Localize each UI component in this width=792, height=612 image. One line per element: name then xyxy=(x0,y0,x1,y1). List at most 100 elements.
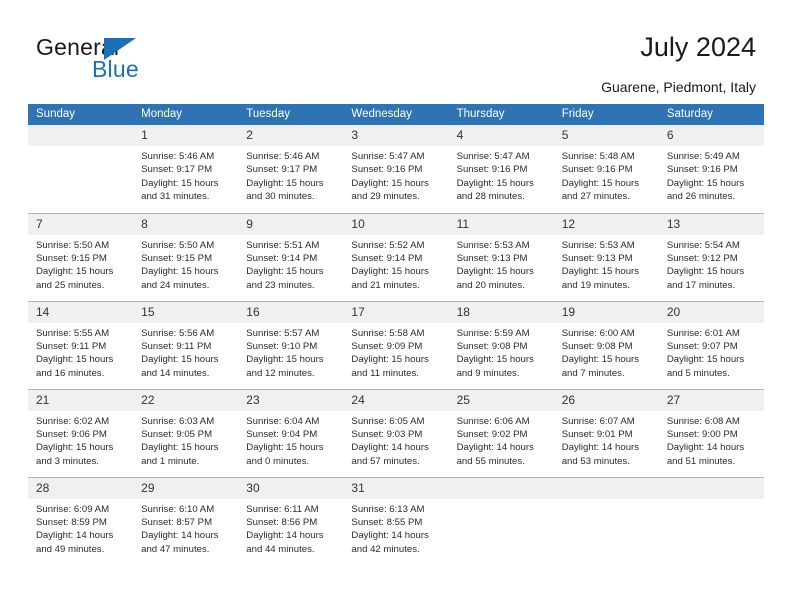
daylight-text-line2: and 23 minutes. xyxy=(246,279,315,291)
calendar-day-cell[interactable]: 27 Sunrise: 6:08 AM Sunset: 9:00 PM Dayligh… xyxy=(658,388,764,477)
calendar-day-cell[interactable]: 3 Sunrise: 5:47 AM Sunset: 9:16 PM Daylight… xyxy=(343,125,449,213)
day-number: 1 xyxy=(133,125,239,146)
calendar-day-cell[interactable]: 21 Sunrise: 6:02 AM Sunset: 9:06 PM Dayligh… xyxy=(28,388,134,477)
day-number: 16 xyxy=(238,301,344,323)
daylight-text-line1: Daylight: 15 hours xyxy=(351,354,429,366)
sunset-text: Sunset: 8:59 PM xyxy=(36,516,107,528)
sunrise-text: Sunrise: 5:53 AM xyxy=(561,239,635,251)
day-sun-info: Sunrise: 5:57 AM Sunset: 9:10 PM Daylight:… xyxy=(238,323,343,381)
day-sun-info: Sunrise: 5:59 AM Sunset: 9:08 PM Daylight:… xyxy=(449,323,554,381)
calendar-day-cell[interactable]: 28 Sunrise: 6:09 AM Sunset: 8:59 PM Dayligh… xyxy=(28,476,134,565)
daylight-text-line2: and 5 minutes. xyxy=(666,367,730,379)
daylight-text-line1: Daylight: 15 hours xyxy=(246,177,324,189)
calendar-cell-empty xyxy=(448,476,554,565)
day-sun-info: Sunrise: 6:02 AM Sunset: 9:06 PM Daylight:… xyxy=(28,411,133,469)
calendar-day-cell[interactable]: 10 Sunrise: 5:52 AM Sunset: 9:14 PM Dayligh… xyxy=(343,212,449,301)
day-number: 3 xyxy=(343,125,449,146)
calendar-day-cell[interactable]: 14 Sunrise: 5:55 AM Sunset: 9:11 PM Dayligh… xyxy=(28,300,134,389)
daylight-text-line1: Daylight: 14 hours xyxy=(351,530,429,542)
calendar-day-cell[interactable]: 19 Sunrise: 6:00 AM Sunset: 9:08 PM Dayligh… xyxy=(553,300,659,389)
calendar-header-row: Sunday Monday Tuesday Wednesday Thursday Frid… xyxy=(28,104,764,125)
sunrise-text: Sunrise: 6:03 AM xyxy=(141,415,215,427)
calendar-day-cell[interactable]: 8 Sunrise: 5:50 AM Sunset: 9:15 PM Daylight… xyxy=(133,212,239,301)
daylight-text-line2: and 28 minutes. xyxy=(456,191,525,203)
day-sun-info: Sunrise: 5:53 AM Sunset: 9:13 PM Daylight:… xyxy=(554,235,659,293)
calendar-day-cell[interactable]: 5 Sunrise: 5:48 AM Sunset: 9:16 PM Daylight… xyxy=(553,125,659,213)
day-number: 26 xyxy=(553,389,659,411)
calendar-day-cell[interactable]: 9 Sunrise: 5:51 AM Sunset: 9:14 PM Daylight… xyxy=(238,212,344,301)
sunrise-text: Sunrise: 6:07 AM xyxy=(561,415,635,427)
calendar-day-cell[interactable]: 2 Sunrise: 5:46 AM Sunset: 9:17 PM Daylight… xyxy=(238,125,344,213)
daylight-text-line1: Daylight: 14 hours xyxy=(36,530,114,542)
daylight-text-line1: Daylight: 15 hours xyxy=(456,266,534,278)
daylight-text-line2: and 14 minutes. xyxy=(141,367,210,379)
calendar-day-cell[interactable]: 17 Sunrise: 5:58 AM Sunset: 9:09 PM Dayligh… xyxy=(343,300,449,389)
weekday-header-saturday: Saturday xyxy=(658,104,764,125)
day-number xyxy=(553,477,659,499)
daylight-text-line1: Daylight: 14 hours xyxy=(351,442,429,454)
daylight-text-line2: and 55 minutes. xyxy=(456,455,525,467)
daylight-text-line2: and 30 minutes. xyxy=(246,191,315,203)
daylight-text-line2: and 57 minutes. xyxy=(351,455,420,467)
calendar-day-cell[interactable]: 20 Sunrise: 6:01 AM Sunset: 9:07 PM Dayligh… xyxy=(658,300,764,389)
daylight-text-line1: Daylight: 15 hours xyxy=(141,177,219,189)
daylight-text-line1: Daylight: 14 hours xyxy=(666,442,745,454)
sunrise-text: Sunrise: 5:50 AM xyxy=(36,239,110,251)
sunrise-text: Sunrise: 5:52 AM xyxy=(351,239,425,251)
calendar-day-cell[interactable]: 15 Sunrise: 5:56 AM Sunset: 9:11 PM Dayligh… xyxy=(133,300,239,389)
sunrise-text: Sunrise: 5:50 AM xyxy=(141,239,215,251)
daylight-text-line2: and 20 minutes. xyxy=(456,279,525,291)
day-number: 27 xyxy=(658,389,764,411)
brand-name-blue: Blue xyxy=(92,56,139,82)
sunrise-text: Sunrise: 5:59 AM xyxy=(456,327,530,339)
day-sun-info: Sunrise: 6:05 AM Sunset: 9:03 PM Daylight:… xyxy=(343,411,448,469)
sunrise-text: Sunrise: 6:10 AM xyxy=(141,503,215,515)
calendar-day-cell[interactable]: 7 Sunrise: 5:50 AM Sunset: 9:15 PM Daylight… xyxy=(28,212,134,301)
calendar-day-cell[interactable]: 24 Sunrise: 6:05 AM Sunset: 9:03 PM Dayligh… xyxy=(343,388,449,477)
day-number: 12 xyxy=(553,213,659,235)
daylight-text-line2: and 17 minutes. xyxy=(666,279,736,291)
sunset-text: Sunset: 9:16 PM xyxy=(456,164,528,176)
weekday-header-friday: Friday xyxy=(553,104,659,125)
page-header: General Blue July 2024 Guarene, Piedmont… xyxy=(0,0,792,104)
calendar-day-cell[interactable]: 1 Sunrise: 5:46 AM Sunset: 9:17 PM Daylight… xyxy=(133,125,239,213)
calendar-day-cell[interactable]: 13 Sunrise: 5:54 AM Sunset: 9:12 PM Dayligh… xyxy=(658,212,764,301)
day-number xyxy=(28,125,134,146)
calendar-day-cell[interactable]: 12 Sunrise: 5:53 AM Sunset: 9:13 PM Dayligh… xyxy=(553,212,659,301)
day-sun-info: Sunrise: 6:08 AM Sunset: 9:00 PM Daylight:… xyxy=(659,411,764,469)
calendar-day-cell[interactable]: 25 Sunrise: 6:06 AM Sunset: 9:02 PM Dayligh… xyxy=(448,388,554,477)
sunrise-text: Sunrise: 6:05 AM xyxy=(351,415,425,427)
sunrise-text: Sunrise: 5:48 AM xyxy=(561,151,635,162)
day-sun-info: Sunrise: 6:01 AM Sunset: 9:07 PM Daylight:… xyxy=(659,323,764,381)
sunrise-text: Sunrise: 6:02 AM xyxy=(36,415,110,427)
daylight-text-line2: and 29 minutes. xyxy=(351,191,420,203)
daylight-text-line1: Daylight: 14 hours xyxy=(456,442,534,454)
sunrise-text: Sunrise: 6:09 AM xyxy=(36,503,110,515)
daylight-text-line2: and 27 minutes. xyxy=(561,191,630,203)
sunset-text: Sunset: 9:15 PM xyxy=(141,252,213,264)
sunrise-text: Sunrise: 5:53 AM xyxy=(456,239,530,251)
calendar-day-cell[interactable]: 31 Sunrise: 6:13 AM Sunset: 8:55 PM Dayligh… xyxy=(343,476,449,565)
calendar-day-cell[interactable]: 23 Sunrise: 6:04 AM Sunset: 9:04 PM Dayligh… xyxy=(238,388,344,477)
calendar-day-cell[interactable]: 30 Sunrise: 6:11 AM Sunset: 8:56 PM Dayligh… xyxy=(238,476,344,565)
daylight-text-line2: and 19 minutes. xyxy=(561,279,630,291)
calendar-day-cell[interactable]: 11 Sunrise: 5:53 AM Sunset: 9:13 PM Dayligh… xyxy=(448,212,554,301)
calendar-day-cell[interactable]: 4 Sunrise: 5:47 AM Sunset: 9:16 PM Daylight… xyxy=(448,125,554,213)
day-sun-info: Sunrise: 5:50 AM Sunset: 9:15 PM Daylight:… xyxy=(133,235,238,293)
daylight-text-line1: Daylight: 15 hours xyxy=(141,354,219,366)
daylight-text-line1: Daylight: 15 hours xyxy=(561,177,640,189)
day-number: 6 xyxy=(658,125,764,146)
calendar-day-cell[interactable]: 26 Sunrise: 6:07 AM Sunset: 9:01 PM Dayligh… xyxy=(553,388,659,477)
calendar-day-cell[interactable]: 22 Sunrise: 6:03 AM Sunset: 9:05 PM Dayligh… xyxy=(133,388,239,477)
calendar-day-cell[interactable]: 6 Sunrise: 5:49 AM Sunset: 9:16 PM Daylight… xyxy=(658,125,764,213)
day-sun-info: Sunrise: 5:47 AM Sunset: 9:16 PM Daylight:… xyxy=(343,146,448,204)
daylight-text-line2: and 0 minutes. xyxy=(246,455,310,467)
calendar-day-cell[interactable]: 16 Sunrise: 5:57 AM Sunset: 9:10 PM Dayligh… xyxy=(238,300,344,389)
sunset-text: Sunset: 9:15 PM xyxy=(36,252,107,264)
sunset-text: Sunset: 8:57 PM xyxy=(141,516,213,528)
brand-logo[interactable]: General Blue xyxy=(36,34,236,86)
sunrise-text: Sunrise: 5:46 AM xyxy=(246,151,320,162)
sunset-text: Sunset: 9:12 PM xyxy=(666,252,738,264)
calendar-day-cell[interactable]: 29 Sunrise: 6:10 AM Sunset: 8:57 PM Dayligh… xyxy=(133,476,239,565)
calendar-day-cell[interactable]: 18 Sunrise: 5:59 AM Sunset: 9:08 PM Dayligh… xyxy=(448,300,554,389)
